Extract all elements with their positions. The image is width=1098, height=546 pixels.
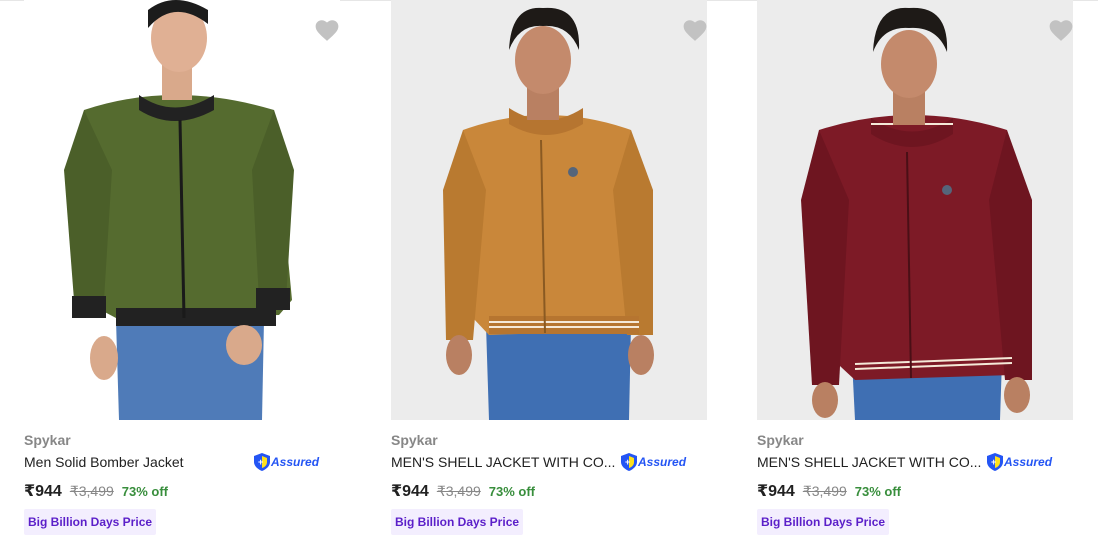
assured-shield-icon: + <box>987 453 1003 471</box>
product-card[interactable]: Spykar MEN'S SHELL JACKET WITH CO... + A… <box>391 0 731 546</box>
product-brand: Spykar <box>391 432 438 448</box>
product-brand: Spykar <box>24 432 71 448</box>
product-photo-illustration <box>391 0 707 420</box>
assured-badge: + Assured <box>254 452 319 472</box>
product-photo-illustration <box>757 0 1073 420</box>
product-title[interactable]: MEN'S SHELL JACKET WITH CO... <box>757 454 985 470</box>
original-price: ₹3,499 <box>436 483 481 499</box>
product-photo-illustration <box>64 0 294 420</box>
svg-text:+: + <box>625 457 630 467</box>
assured-shield-icon: + <box>621 453 637 471</box>
discount-percent: 73% off <box>121 484 169 499</box>
heart-icon[interactable] <box>314 18 340 42</box>
product-image[interactable] <box>24 0 340 420</box>
product-image[interactable] <box>757 0 1073 420</box>
assured-label: Assured <box>638 455 687 469</box>
selling-price: ₹944 <box>24 483 62 500</box>
svg-text:+: + <box>258 457 263 467</box>
heart-icon[interactable] <box>1048 18 1073 42</box>
product-card[interactable]: Spykar Men Solid Bomber Jacket + Assured… <box>24 0 364 546</box>
product-title[interactable]: Men Solid Bomber Jacket <box>24 454 252 470</box>
product-grid: Spykar Men Solid Bomber Jacket + Assured… <box>0 0 1098 546</box>
price-row: ₹944 ₹3,499 73% off <box>757 481 901 501</box>
offer-badge: Big Billion Days Price <box>757 509 890 535</box>
assured-badge: + Assured <box>621 452 686 472</box>
selling-price: ₹944 <box>757 483 795 500</box>
product-card[interactable]: Spykar MEN'S SHELL JACKET WITH CO... + A… <box>757 0 1097 546</box>
price-row: ₹944 ₹3,499 73% off <box>24 481 168 501</box>
original-price: ₹3,499 <box>69 483 114 499</box>
product-brand: Spykar <box>757 432 804 448</box>
assured-shield-icon: + <box>254 453 270 471</box>
assured-label: Assured <box>1004 455 1053 469</box>
assured-label: Assured <box>271 455 320 469</box>
assured-badge: + Assured <box>987 452 1052 472</box>
svg-text:+: + <box>991 457 996 467</box>
discount-percent: 73% off <box>488 484 536 499</box>
heart-icon[interactable] <box>682 18 707 42</box>
price-row: ₹944 ₹3,499 73% off <box>391 481 535 501</box>
selling-price: ₹944 <box>391 483 429 500</box>
original-price: ₹3,499 <box>802 483 847 499</box>
product-image[interactable] <box>391 0 707 420</box>
offer-badge: Big Billion Days Price <box>391 509 524 535</box>
offer-badge: Big Billion Days Price <box>24 509 157 535</box>
product-title[interactable]: MEN'S SHELL JACKET WITH CO... <box>391 454 619 470</box>
discount-percent: 73% off <box>854 484 902 499</box>
